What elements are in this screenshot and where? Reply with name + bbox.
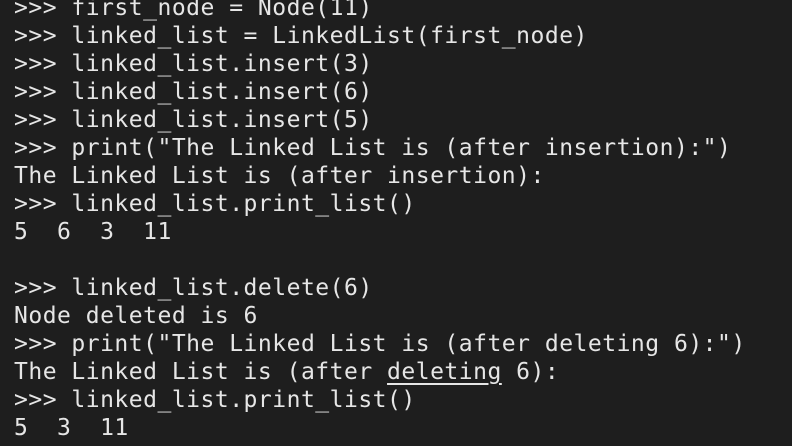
terminal-line: >>> first_node = Node(11) — [14, 0, 373, 21]
terminal-line: The Linked List is (after insertion): — [14, 163, 545, 189]
terminal-line: >>> linked_list.insert(6) — [14, 79, 373, 105]
terminal-line: >>> linked_list.print_list() — [14, 387, 416, 413]
terminal-line: 5 6 3 11 — [14, 219, 172, 245]
terminal-line: >>> linked_list = LinkedList(first_node) — [14, 23, 588, 49]
terminal-window[interactable]: >>> first_node = Node(11) >>> linked_lis… — [0, 0, 792, 446]
terminal-line: >>> print("The Linked List is (after del… — [14, 331, 746, 357]
line-text: 6): — [501, 359, 560, 385]
terminal-line: Node deleted is 6 — [14, 303, 258, 329]
terminal-line: >>> linked_list.delete(6) — [14, 275, 373, 301]
terminal-line: >>> linked_list.insert(5) — [14, 107, 373, 133]
terminal-line: >>> linked_list.print_list() — [14, 191, 416, 217]
terminal-line: >>> print("The Linked List is (after ins… — [14, 135, 732, 161]
underlined-word: deleting — [387, 359, 502, 385]
terminal-line: >>> linked_list.insert(3) — [14, 51, 373, 77]
terminal-line: The Linked List is (after deleting 6): — [14, 358, 792, 386]
terminal-output: >>> first_node = Node(11) >>> linked_lis… — [14, 0, 792, 442]
line-text: The Linked List is (after — [14, 359, 388, 385]
terminal-line: 5 3 11 — [14, 415, 129, 441]
